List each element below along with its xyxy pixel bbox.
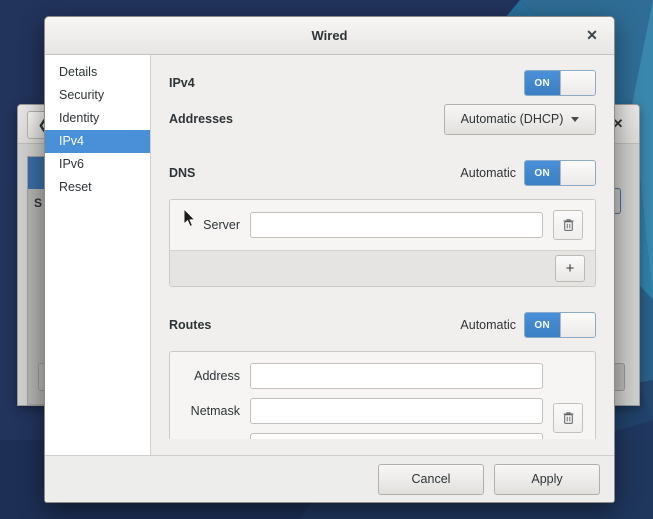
dns-add-server-button[interactable]: +: [555, 255, 585, 282]
routes-automatic-toggle[interactable]: ON: [524, 312, 596, 338]
ipv4-row: IPv4 ON: [169, 67, 596, 99]
sidebar-item-identity[interactable]: Identity: [45, 107, 150, 130]
wired-settings-dialog: Wired ✕ Details Security Identity IPv4 I…: [44, 16, 615, 503]
close-icon: ✕: [586, 27, 598, 44]
dialog-footer: Cancel Apply: [45, 455, 614, 502]
routes-field-stack: Address Netmask Gateway: [182, 363, 543, 439]
dns-label: DNS: [169, 166, 195, 180]
trash-icon: [562, 218, 575, 232]
dns-automatic-label: Automatic: [460, 166, 516, 180]
routes-toggle-knob: [560, 313, 596, 337]
spacer: [169, 135, 596, 157]
routes-frame: Address Netmask Gateway: [169, 351, 596, 439]
chevron-down-icon: [571, 117, 579, 122]
route-address-input[interactable]: [250, 363, 543, 389]
apply-button[interactable]: Apply: [494, 464, 600, 495]
sidebar-item-security[interactable]: Security: [45, 84, 150, 107]
dns-row: DNS Automatic ON: [169, 157, 596, 189]
route-netmask-label: Netmask: [182, 404, 240, 418]
dns-server-input[interactable]: [250, 212, 543, 238]
ipv4-toggle-on-label: ON: [525, 71, 560, 95]
ipv4-label: IPv4: [169, 76, 195, 90]
dns-server-row: Server: [170, 200, 595, 250]
desktop: ❮ ✕ S + ⚙: [0, 0, 653, 519]
settings-sidebar[interactable]: Details Security Identity IPv4 IPv6 Rese…: [45, 55, 151, 455]
sidebar-item-ipv6[interactable]: IPv6: [45, 153, 150, 176]
routes-toggle-on-label: ON: [525, 313, 560, 337]
ipv4-toggle[interactable]: ON: [524, 70, 596, 96]
dns-controls: Automatic ON: [460, 160, 596, 186]
sidebar-item-ipv4[interactable]: IPv4: [45, 130, 150, 153]
routes-label: Routes: [169, 318, 211, 332]
plus-icon: +: [566, 261, 575, 276]
dns-server-line: Server: [182, 212, 543, 238]
route-address-label: Address: [182, 369, 240, 383]
route-netmask-line: Netmask: [182, 398, 543, 424]
route-netmask-input[interactable]: [250, 398, 543, 424]
dialog-title: Wired: [312, 28, 348, 43]
route-delete-button[interactable]: [553, 403, 583, 433]
ipv4-settings-panel: IPv4 ON Addresses Automatic (DHCP): [151, 55, 614, 455]
dns-toggle-on-label: ON: [525, 161, 560, 185]
addresses-method-dropdown[interactable]: Automatic (DHCP): [444, 104, 596, 135]
ipv4-toggle-knob: [560, 71, 596, 95]
dns-field-stack: Server: [182, 212, 543, 238]
addresses-method-value: Automatic (DHCP): [461, 112, 564, 126]
dialog-titlebar: Wired ✕: [45, 17, 614, 55]
sidebar-item-reset[interactable]: Reset: [45, 176, 150, 199]
dialog-close-button[interactable]: ✕: [580, 17, 604, 54]
dns-servers-frame: Server: [169, 199, 596, 287]
dns-server-delete-button[interactable]: [553, 210, 583, 240]
dns-frame-footer: +: [170, 250, 595, 286]
addresses-label: Addresses: [169, 112, 233, 126]
route-gateway-input[interactable]: [250, 433, 543, 439]
routes-automatic-label: Automatic: [460, 318, 516, 332]
dns-toggle-knob: [560, 161, 596, 185]
route-address-line: Address: [182, 363, 543, 389]
cancel-button[interactable]: Cancel: [378, 464, 484, 495]
sidebar-item-details[interactable]: Details: [45, 61, 150, 84]
routes-controls: Automatic ON: [460, 312, 596, 338]
spacer: [169, 287, 596, 309]
dns-automatic-toggle[interactable]: ON: [524, 160, 596, 186]
routes-row: Routes Automatic ON: [169, 309, 596, 341]
dns-server-label: Server: [182, 218, 240, 232]
trash-icon: [562, 411, 575, 425]
list-item-label: S: [34, 196, 42, 210]
route-gateway-line: Gateway: [182, 433, 543, 439]
dialog-main: Details Security Identity IPv4 IPv6 Rese…: [45, 55, 614, 455]
addresses-row: Addresses Automatic (DHCP): [169, 103, 596, 135]
